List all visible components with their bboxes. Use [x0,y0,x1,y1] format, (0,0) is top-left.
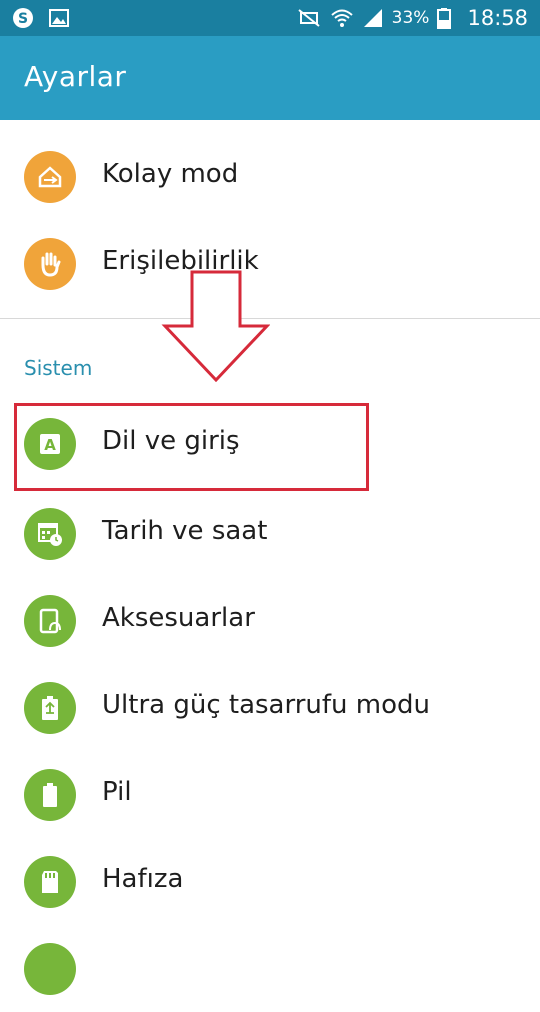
wifi-icon [331,9,353,27]
settings-item-accessibility[interactable]: Erişilebilirlik [0,220,540,307]
settings-item-easy-mode[interactable]: Kolay mod [0,133,540,220]
signal-icon [363,9,382,27]
section-header-system: Sistem [24,356,93,380]
battery-percent: 33% [391,8,430,28]
page-title: Ayarlar [24,60,127,93]
accessory-icon [24,595,76,647]
settings-item-battery[interactable]: Pil [0,751,540,838]
down-arrow-icon [161,270,270,382]
settings-item-label: Kolay mod [102,159,239,189]
mute-icon [298,9,320,27]
calendar-clock-icon [24,508,76,560]
highlight-box [14,403,369,491]
settings-item-label: Aksesuarlar [102,603,255,633]
status-bar: S 33% 18:58 [0,0,540,36]
easy-mode-icon [24,151,76,203]
clock: 18:58 [467,6,528,30]
settings-item-partial[interactable] [0,925,540,1012]
battery-icon [437,8,452,29]
action-bar: Ayarlar [0,36,540,120]
svg-text:S: S [18,11,28,27]
settings-item-label: Hafıza [102,864,184,894]
settings-item-date-time[interactable]: Tarih ve saat [0,490,540,577]
power-saving-icon [24,682,76,734]
settings-item-label: Pil [102,777,132,807]
section-divider [0,318,540,319]
settings-item-storage[interactable]: Hafıza [0,838,540,925]
partial-item-icon [24,943,76,995]
skype-icon: S [13,8,33,28]
image-icon [49,9,69,27]
settings-item-label: Ultra güç tasarrufu modu [102,690,430,720]
hand-icon [24,238,76,290]
settings-item-label: Tarih ve saat [102,516,268,546]
settings-item-accessories[interactable]: Aksesuarlar [0,577,540,664]
sd-card-icon [24,856,76,908]
settings-item-ultra-power-saving[interactable]: Ultra güç tasarrufu modu [0,664,540,751]
battery-icon [24,769,76,821]
